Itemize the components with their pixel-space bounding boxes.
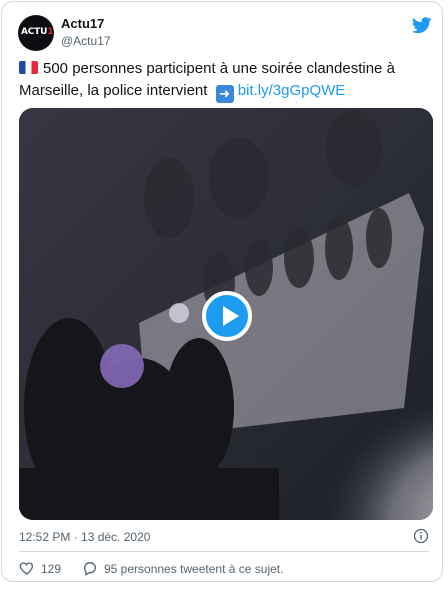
tweet-card[interactable]: ACTU17 Actu17 @Actu17 500 personnes part… [1, 1, 443, 582]
divider [19, 551, 429, 552]
comment-icon [83, 561, 97, 576]
author-name[interactable]: Actu17 [61, 16, 104, 31]
avatar[interactable]: ACTU17 [18, 15, 54, 51]
france-flag-icon [19, 61, 38, 74]
like-count: 129 [41, 562, 62, 576]
avatar-logo: ACTU17 [21, 27, 54, 37]
video-thumbnail[interactable] [19, 108, 433, 520]
author-handle[interactable]: @Actu17 [61, 34, 111, 48]
play-button[interactable] [202, 291, 252, 341]
heart-icon [19, 562, 34, 575]
info-icon[interactable] [413, 528, 429, 544]
twitter-bird-icon[interactable] [412, 17, 432, 34]
right-arrow-icon: ➜ [215, 85, 234, 103]
tweet-timestamp[interactable]: 12:52 PM · 13 déc. 2020 [19, 530, 150, 544]
reply-summary: 95 personnes tweetent à ce sujet. [104, 562, 284, 576]
tweet-text: 500 personnes participent à une soirée c… [19, 58, 429, 103]
tweet-link[interactable]: bit.ly/3gGpQWE [238, 82, 346, 99]
